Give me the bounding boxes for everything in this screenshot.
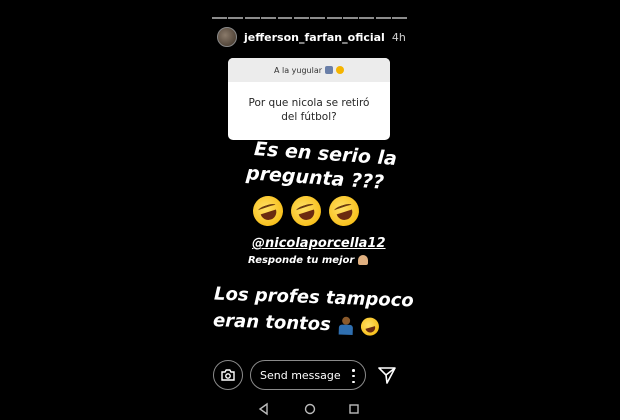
shrug-emoji-icon bbox=[337, 316, 356, 335]
home-circle-icon[interactable] bbox=[303, 402, 317, 416]
story-progress-segment bbox=[392, 17, 407, 19]
question-line-2: del fútbol? bbox=[281, 111, 337, 123]
respond-text: Responde tu mejor bbox=[248, 255, 368, 266]
story-header: jefferson_farfan_oficial 4h bbox=[217, 27, 406, 47]
avatar[interactable] bbox=[217, 27, 237, 47]
emoji-icon bbox=[325, 66, 334, 74]
story-progress-segment bbox=[326, 17, 342, 19]
send-message-placeholder: Send message bbox=[260, 368, 341, 382]
pray-emoji-icon bbox=[357, 255, 368, 265]
laughing-emoji-icon bbox=[249, 192, 287, 230]
story-progress-segment bbox=[293, 17, 309, 19]
smirk-emoji-icon bbox=[336, 66, 345, 74]
back-triangle-icon[interactable] bbox=[257, 402, 271, 416]
question-sticker: A la yugular Por que nicola se retiró de… bbox=[228, 58, 390, 140]
story-progress-segment bbox=[244, 17, 260, 19]
story-reply-bar: Send message bbox=[0, 360, 620, 396]
username[interactable]: jefferson_farfan_oficial bbox=[244, 31, 385, 44]
system-nav-bar bbox=[0, 398, 620, 420]
caption-line-4-text: eran tontos bbox=[212, 310, 332, 336]
laughing-emoji-icon bbox=[359, 315, 382, 338]
send-message-field[interactable]: Send message bbox=[250, 360, 366, 390]
mention-link[interactable]: @nicolaporcella12 bbox=[252, 236, 386, 251]
story-progress-segment bbox=[261, 17, 276, 19]
story-progress-bar bbox=[212, 17, 407, 19]
recents-square-icon[interactable] bbox=[347, 402, 361, 416]
story-progress-segment bbox=[277, 17, 293, 19]
camera-button[interactable] bbox=[213, 360, 243, 390]
story-progress-segment bbox=[343, 17, 358, 19]
caption-line-3: Los profes tampoco bbox=[213, 283, 415, 312]
story-progress-segment bbox=[228, 17, 244, 19]
story-progress-segment bbox=[375, 17, 391, 19]
question-line-1: Por que nicola se retiró bbox=[248, 97, 370, 110]
question-header-text: A la yugular bbox=[273, 65, 323, 75]
story-progress-segment bbox=[310, 17, 326, 19]
respond-label: Responde tu mejor bbox=[248, 255, 355, 266]
caption-line-4: eran tontos bbox=[212, 310, 382, 338]
laughing-emoji-icon bbox=[325, 192, 363, 230]
question-sticker-body: Por que nicola se retiró del fútbol? bbox=[228, 82, 390, 140]
timestamp: 4h bbox=[391, 30, 406, 44]
story-progress-segment bbox=[212, 17, 227, 19]
more-vertical-icon[interactable] bbox=[352, 369, 355, 383]
laughing-emoji-icon bbox=[287, 192, 325, 230]
story-progress-segment bbox=[359, 17, 375, 19]
question-sticker-header: A la yugular bbox=[228, 58, 390, 82]
camera-icon bbox=[221, 369, 235, 381]
send-icon[interactable] bbox=[376, 364, 398, 386]
laughing-emoji-row bbox=[249, 192, 363, 230]
